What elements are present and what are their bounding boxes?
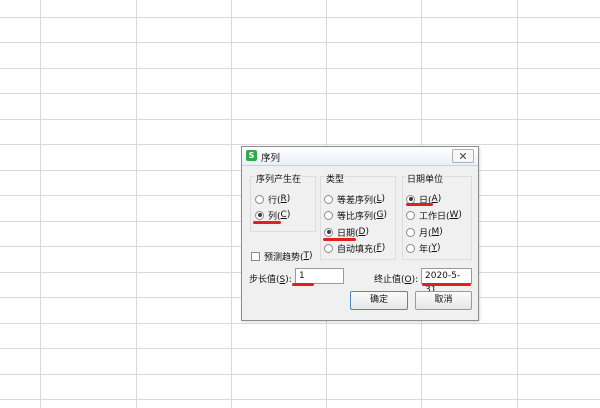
series-in-label: 序列产生在 <box>255 172 303 185</box>
grid-row-line <box>0 374 600 375</box>
annotation-underline <box>422 283 471 286</box>
option-text-end: ) <box>458 210 462 220</box>
stop-input[interactable]: 2020-5-31 <box>421 268 472 295</box>
annotation-underline <box>253 221 281 224</box>
radio-circle <box>324 210 333 220</box>
option-text: 等差序列( <box>337 195 377 206</box>
option-text-end: ) <box>365 227 369 237</box>
radio-circle <box>406 243 415 253</box>
option-accesskey: W <box>449 210 459 220</box>
trend-checkbox[interactable]: 预测趋势(T) <box>251 250 313 263</box>
option-text: 日期( <box>337 228 359 239</box>
grid-row-line <box>0 323 600 324</box>
grid-row-line <box>0 68 600 69</box>
option-text-end: ) <box>439 227 443 237</box>
stop-label: 终止值(O): <box>374 272 418 285</box>
label-accesskey: O <box>404 275 412 285</box>
option-text: 预测趋势( <box>264 252 304 263</box>
radio-circle <box>406 210 415 220</box>
option-text-end: ) <box>286 210 291 220</box>
annotation-underline <box>292 283 314 286</box>
option-text: 工作日( <box>419 211 450 222</box>
grid-column-line <box>40 0 41 408</box>
grid-row-line <box>0 42 600 43</box>
checkbox-box <box>251 251 260 261</box>
radio-circle-selected <box>255 210 264 220</box>
step-input[interactable]: 1 <box>295 268 344 284</box>
option-accesskey: M <box>431 227 440 237</box>
grid-row-line <box>0 17 600 18</box>
dialog-titlebar[interactable]: S 序列 <box>242 147 478 166</box>
spreadsheet-app-icon: S <box>246 150 257 161</box>
annotation-underline <box>406 203 433 206</box>
date-unit-label: 日期单位 <box>406 172 445 185</box>
label-text-end: ): <box>285 275 292 285</box>
option-text-end: ) <box>383 210 388 220</box>
option-text-end: ) <box>437 194 442 204</box>
ok-button[interactable]: 确定 <box>350 291 408 310</box>
option-text: 月( <box>419 228 432 239</box>
radio-autofill[interactable]: 自动填充(F) <box>324 242 386 255</box>
annotation-underline <box>323 238 356 241</box>
cancel-button[interactable]: 取消 <box>415 291 472 310</box>
option-text-end: ) <box>381 194 386 204</box>
grid-column-line <box>517 0 518 408</box>
radio-circle <box>324 243 333 253</box>
step-label: 步长值(S): <box>249 272 292 285</box>
option-text-end: ) <box>309 251 313 261</box>
radio-year[interactable]: 年(Y) <box>406 242 441 255</box>
grid-row-line <box>0 348 600 349</box>
option-text-end: ) <box>437 243 441 253</box>
radio-geometric[interactable]: 等比序列(G) <box>324 209 388 222</box>
option-text: 自动填充( <box>337 244 377 255</box>
dialog-title: 序列 <box>261 153 281 164</box>
radio-arithmetic[interactable]: 等差序列(L) <box>324 193 386 206</box>
label-text-end: ): <box>411 275 419 285</box>
label-text: 终止值( <box>374 275 405 285</box>
radio-circle-selected <box>324 227 333 237</box>
grid-column-line <box>136 0 137 408</box>
radio-circle <box>406 227 415 237</box>
radio-rows[interactable]: 行(R) <box>255 193 291 206</box>
grid-column-line <box>231 0 232 408</box>
radio-columns[interactable]: 列(C) <box>255 209 291 222</box>
option-text: 等比序列( <box>337 211 377 222</box>
close-icon <box>460 153 466 159</box>
radio-month[interactable]: 月(M) <box>406 226 443 239</box>
radio-date[interactable]: 日期(D) <box>324 226 369 239</box>
option-text-end: ) <box>286 194 291 204</box>
option-accesskey: D <box>358 227 366 237</box>
option-text-end: ) <box>381 243 386 253</box>
label-text: 步长值( <box>249 275 280 285</box>
grid-row-line <box>0 119 600 120</box>
grid-row-line <box>0 399 600 400</box>
option-text: 行( <box>268 195 281 206</box>
series-dialog: S 序列 序列产生在 行(R) 列(C) 类型 等差序列(L) 等比序列(G) … <box>241 146 479 321</box>
option-accesskey: G <box>376 210 384 220</box>
radio-workday[interactable]: 工作日(W) <box>406 209 462 222</box>
option-text: 年( <box>419 244 432 255</box>
close-button[interactable] <box>452 149 474 163</box>
radio-circle <box>255 194 264 204</box>
grid-row-line <box>0 93 600 94</box>
radio-circle <box>324 194 333 204</box>
option-text: 列( <box>268 211 281 222</box>
type-label: 类型 <box>325 172 346 185</box>
grid-row-line <box>0 144 600 145</box>
